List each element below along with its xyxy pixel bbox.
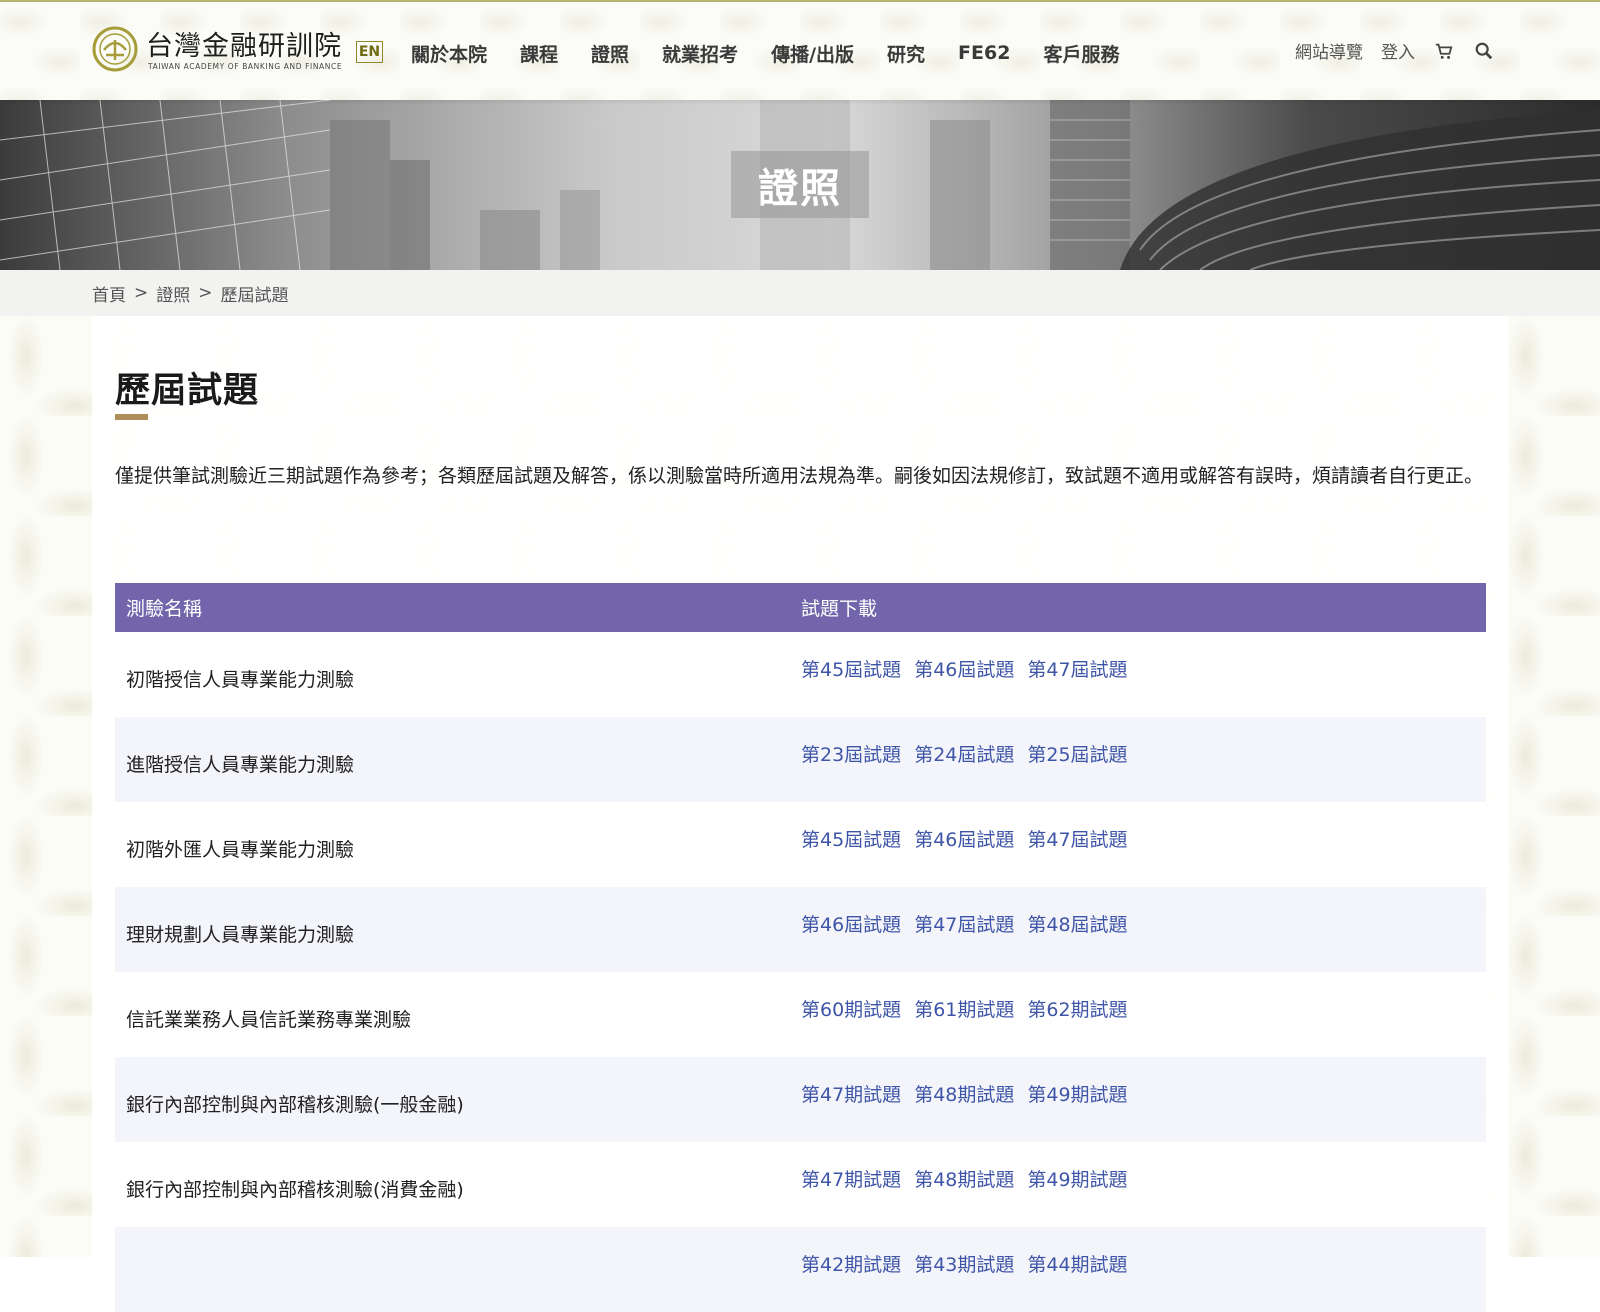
exam-download-link[interactable]: 第23屆試題	[801, 740, 901, 767]
title-underline	[115, 414, 148, 420]
table-row: 第42期試題 第43期試題 第44期試題	[115, 1227, 1486, 1312]
table-row: 進階授信人員專業能力測驗 第23屆試題 第24屆試題 第25屆試題	[115, 717, 1486, 802]
exam-download-link[interactable]: 第48屆試題	[1027, 910, 1127, 937]
nav-item-fe62[interactable]: FE62	[958, 42, 1010, 64]
exam-download-link[interactable]: 第46屆試題	[801, 910, 901, 937]
exam-download-link[interactable]: 第48期試題	[914, 1080, 1014, 1107]
utility-links: 網站導覽 登入	[1277, 38, 1495, 63]
exam-download-link[interactable]: 第60期試題	[801, 995, 901, 1022]
exam-name: 初階授信人員專業能力測驗	[126, 669, 355, 691]
exam-name: 銀行內部控制與內部稽核測驗(消費金融)	[126, 1179, 464, 1201]
logo-emblem-icon	[92, 26, 138, 72]
table-row: 銀行內部控制與內部稽核測驗(消費金融) 第47期試題 第48期試題 第49期試題	[115, 1142, 1486, 1227]
page-title: 歷屆試題	[115, 371, 260, 411]
banner-title-box: 證照	[731, 151, 869, 218]
exam-download-link[interactable]: 第49期試題	[1027, 1080, 1127, 1107]
site-logo[interactable]: 台灣金融研訓院 TAIWAN ACADEMY OF BANKING AND FI…	[92, 22, 347, 78]
intro-text: 僅提供筆試測驗近三期試題作為參考；各類歷屆試題及解答，係以測驗當時所適用法規為準…	[115, 465, 1484, 487]
nav-item-publishing[interactable]: 傳播/出版	[771, 40, 854, 67]
breadcrumb-separator: >	[134, 283, 149, 303]
search-icon[interactable]	[1473, 40, 1495, 62]
exam-download-link[interactable]: 第42期試題	[801, 1250, 901, 1277]
sitemap-link[interactable]: 網站導覽	[1295, 38, 1363, 63]
nav-item-customer-service[interactable]: 客戶服務	[1043, 40, 1119, 67]
breadcrumb: 首頁 > 證照 > 歷屆試題	[0, 270, 1600, 316]
exam-download-link[interactable]: 第44期試題	[1027, 1250, 1127, 1277]
nav-item-research[interactable]: 研究	[887, 40, 925, 67]
cart-icon[interactable]	[1433, 40, 1455, 62]
logo-english-name: TAIWAN ACADEMY OF BANKING AND FINANCE	[148, 62, 343, 71]
exam-download-link[interactable]: 第45屆試題	[801, 655, 901, 682]
nav-item-about[interactable]: 關於本院	[411, 40, 487, 67]
table-row: 信託業業務人員信託業務專業測驗 第60期試題 第61期試題 第62期試題	[115, 972, 1486, 1057]
exam-name	[115, 1266, 801, 1274]
exam-download-link[interactable]: 第47屆試題	[1027, 655, 1127, 682]
nav-item-recruitment[interactable]: 就業招考	[662, 40, 738, 67]
exam-download-link[interactable]: 第48期試題	[914, 1165, 1014, 1192]
exam-download-link[interactable]: 第43期試題	[914, 1250, 1014, 1277]
exam-name: 銀行內部控制與內部稽核測驗(一般金融)	[126, 1094, 464, 1116]
banner-title: 證照	[758, 165, 842, 212]
exam-download-link[interactable]: 第62期試題	[1027, 995, 1127, 1022]
main-nav: 關於本院 課程 證照 就業招考 傳播/出版 研究 FE62 客戶服務	[411, 38, 1152, 68]
exam-download-link[interactable]: 第47屆試題	[1027, 825, 1127, 852]
table-row: 銀行內部控制與內部稽核測驗(一般金融) 第47期試題 第48期試題 第49期試題	[115, 1057, 1486, 1142]
exam-table: 測驗名稱 試題下載 初階授信人員專業能力測驗 第45屆試題 第46屆試題 第47…	[115, 583, 1486, 1312]
breadcrumb-certificates[interactable]: 證照	[156, 281, 190, 306]
table-row: 理財規劃人員專業能力測驗 第46屆試題 第47屆試題 第48屆試題	[115, 887, 1486, 972]
login-link[interactable]: 登入	[1381, 38, 1415, 63]
exam-name: 初階外匯人員專業能力測驗	[126, 839, 355, 861]
exam-download-link[interactable]: 第47期試題	[801, 1165, 901, 1192]
table-row: 初階授信人員專業能力測驗 第45屆試題 第46屆試題 第47屆試題	[115, 632, 1486, 717]
logo-chinese-name: 台灣金融研訓院	[146, 31, 342, 62]
breadcrumb-separator: >	[198, 283, 213, 303]
page-banner: 證照	[0, 100, 1600, 270]
exam-download-link[interactable]: 第49期試題	[1027, 1165, 1127, 1192]
exam-download-link[interactable]: 第46屆試題	[914, 825, 1014, 852]
exam-download-link[interactable]: 第47期試題	[801, 1080, 901, 1107]
english-language-button[interactable]: EN	[356, 41, 383, 63]
exam-download-link[interactable]: 第46屆試題	[914, 655, 1014, 682]
table-row: 初階外匯人員專業能力測驗 第45屆試題 第46屆試題 第47屆試題	[115, 802, 1486, 887]
exam-download-link[interactable]: 第25屆試題	[1027, 740, 1127, 767]
nav-item-certificates[interactable]: 證照	[591, 40, 629, 67]
table-header: 測驗名稱 試題下載	[115, 583, 1486, 632]
site-header: 台灣金融研訓院 TAIWAN ACADEMY OF BANKING AND FI…	[0, 2, 1600, 100]
exam-download-link[interactable]: 第61期試題	[914, 995, 1014, 1022]
exam-name: 信託業業務人員信託業務專業測驗	[126, 1009, 412, 1031]
exam-download-link[interactable]: 第45屆試題	[801, 825, 901, 852]
breadcrumb-home[interactable]: 首頁	[92, 281, 126, 306]
nav-item-courses[interactable]: 課程	[520, 40, 558, 67]
breadcrumb-current: 歷屆試題	[220, 285, 289, 306]
exam-download-link[interactable]: 第24屆試題	[914, 740, 1014, 767]
exam-name: 理財規劃人員專業能力測驗	[126, 924, 355, 946]
table-body: 初階授信人員專業能力測驗 第45屆試題 第46屆試題 第47屆試題 進階授信人員…	[115, 632, 1486, 1312]
exam-download-link[interactable]: 第47屆試題	[914, 910, 1014, 937]
header-exam-name: 測驗名稱	[126, 598, 203, 620]
exam-name: 進階授信人員專業能力測驗	[126, 754, 355, 776]
header-download: 試題下載	[801, 598, 878, 620]
